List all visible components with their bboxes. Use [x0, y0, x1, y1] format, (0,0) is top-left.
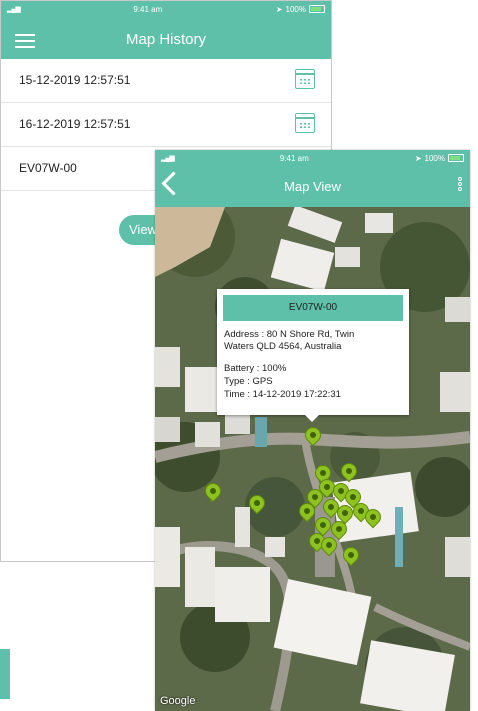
popup-time: Time : 14-12-2019 17:22:31	[224, 389, 341, 400]
page-title: Map History	[125, 31, 207, 48]
popup-address-line-2: Waters QLD 4564, Australia	[224, 341, 342, 352]
header-bar: ▂▄▆ 9:41 am ➤ 100% Map View	[155, 150, 470, 207]
status-bar: ▂▄▆ 9:41 am ➤ 100%	[1, 1, 331, 17]
satellite-map[interactable]: EV07W-00 Address : 80 N Shore Rd, Twin W…	[155, 207, 470, 711]
header-bar: ▂▄▆ 9:41 am ➤ 100% Map History	[1, 1, 331, 59]
status-bar: ▂▄▆ 9:41 am ➤ 100%	[155, 150, 470, 166]
history-date-value: 16-12-2019 12:57:51	[19, 117, 131, 131]
history-date-value: 15-12-2019 12:57:51	[19, 73, 131, 87]
popup-address-line-1: Address : 80 N Shore Rd, Twin	[224, 329, 355, 340]
list-item[interactable]: 15-12-2019 12:57:51	[1, 59, 331, 103]
status-time: 9:41 am	[279, 153, 309, 163]
signal-icon: ▂▄▆	[161, 155, 175, 162]
calendar-icon[interactable]	[295, 113, 315, 133]
page-title: Map View	[284, 179, 341, 194]
calendar-icon[interactable]	[295, 69, 315, 89]
satellite-imagery	[155, 207, 470, 711]
device-name: EV07W-00	[19, 161, 77, 175]
more-options-icon[interactable]	[458, 177, 462, 191]
status-time: 9:41 am	[133, 4, 163, 14]
map-view-screen: ▂▄▆ 9:41 am ➤ 100% Map View EV07W-00 Add…	[155, 150, 470, 711]
status-battery: 100%	[285, 4, 306, 14]
partial-phone-edge	[0, 649, 10, 699]
list-item[interactable]: 16-12-2019 12:57:51	[1, 103, 331, 147]
signal-icon: ▂▄▆	[7, 6, 21, 13]
location-arrow-icon: ➤	[275, 4, 283, 14]
battery-icon	[448, 154, 464, 162]
battery-icon	[309, 5, 325, 13]
popup-battery: Battery : 100%	[224, 363, 287, 374]
popup-type: Type : GPS	[224, 376, 273, 387]
location-arrow-icon: ➤	[414, 153, 422, 163]
popup-device-name: EV07W-00	[223, 295, 403, 321]
status-battery: 100%	[424, 153, 445, 163]
google-attribution: Google	[160, 695, 196, 707]
marker-info-popup: EV07W-00 Address : 80 N Shore Rd, Twin W…	[217, 289, 409, 422]
